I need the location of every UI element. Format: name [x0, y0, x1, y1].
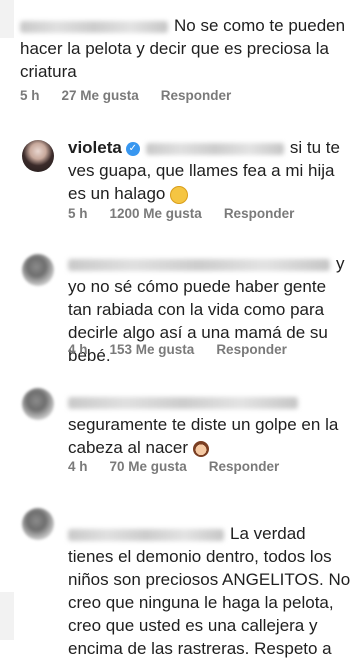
reply-button[interactable]: Responder: [216, 342, 287, 357]
avatar[interactable]: [22, 254, 54, 286]
comment-likes[interactable]: 1200 Me gusta: [110, 206, 202, 221]
avatar[interactable]: [22, 140, 54, 172]
verified-icon: ✓: [125, 141, 140, 156]
username[interactable]: violeta: [68, 138, 122, 157]
redacted-username[interactable]: [68, 258, 330, 271]
comment-meta: 5 h 27 Me gusta Responder: [20, 88, 253, 103]
comment-meta: 4 h 153 Me gusta Responder: [68, 342, 309, 357]
redacted-username[interactable]: [20, 20, 168, 33]
comment-likes[interactable]: 70 Me gusta: [110, 459, 187, 474]
comment-time: 5 h: [68, 206, 88, 221]
comment-time: 4 h: [68, 342, 88, 357]
comment-text: No se como te pueden hacer la pelota y d…: [20, 16, 346, 81]
reply-button[interactable]: Responder: [209, 459, 280, 474]
comment-meta: 4 h 70 Me gusta Responder: [68, 459, 301, 474]
redacted-mention[interactable]: [145, 142, 284, 155]
reply-button[interactable]: Responder: [161, 88, 232, 103]
comment-text: La verdad tienes el demonio dentro, todo…: [68, 524, 351, 658]
side-bar-marker: [0, 592, 14, 640]
redacted-username[interactable]: [68, 528, 224, 541]
redacted-username[interactable]: [68, 396, 298, 409]
comment-text: seguramente te diste un golpe en la cabe…: [68, 390, 352, 459]
comment-text: violeta ✓ si tu te ves guapa, que llames f…: [68, 138, 340, 204]
comment-time: 4 h: [68, 459, 88, 474]
comment-meta: 5 h 1200 Me gusta Responder: [68, 206, 316, 221]
comment-likes[interactable]: 27 Me gusta: [62, 88, 139, 103]
avatar[interactable]: [22, 508, 54, 540]
side-bar-marker: [0, 0, 14, 38]
smile-emoji-icon: [170, 185, 189, 204]
reply-button[interactable]: Responder: [224, 206, 295, 221]
woman-emoji-icon: [192, 440, 209, 457]
comment-time: 5 h: [20, 88, 40, 103]
avatar[interactable]: [22, 388, 54, 420]
comment-likes[interactable]: 153 Me gusta: [110, 342, 195, 357]
